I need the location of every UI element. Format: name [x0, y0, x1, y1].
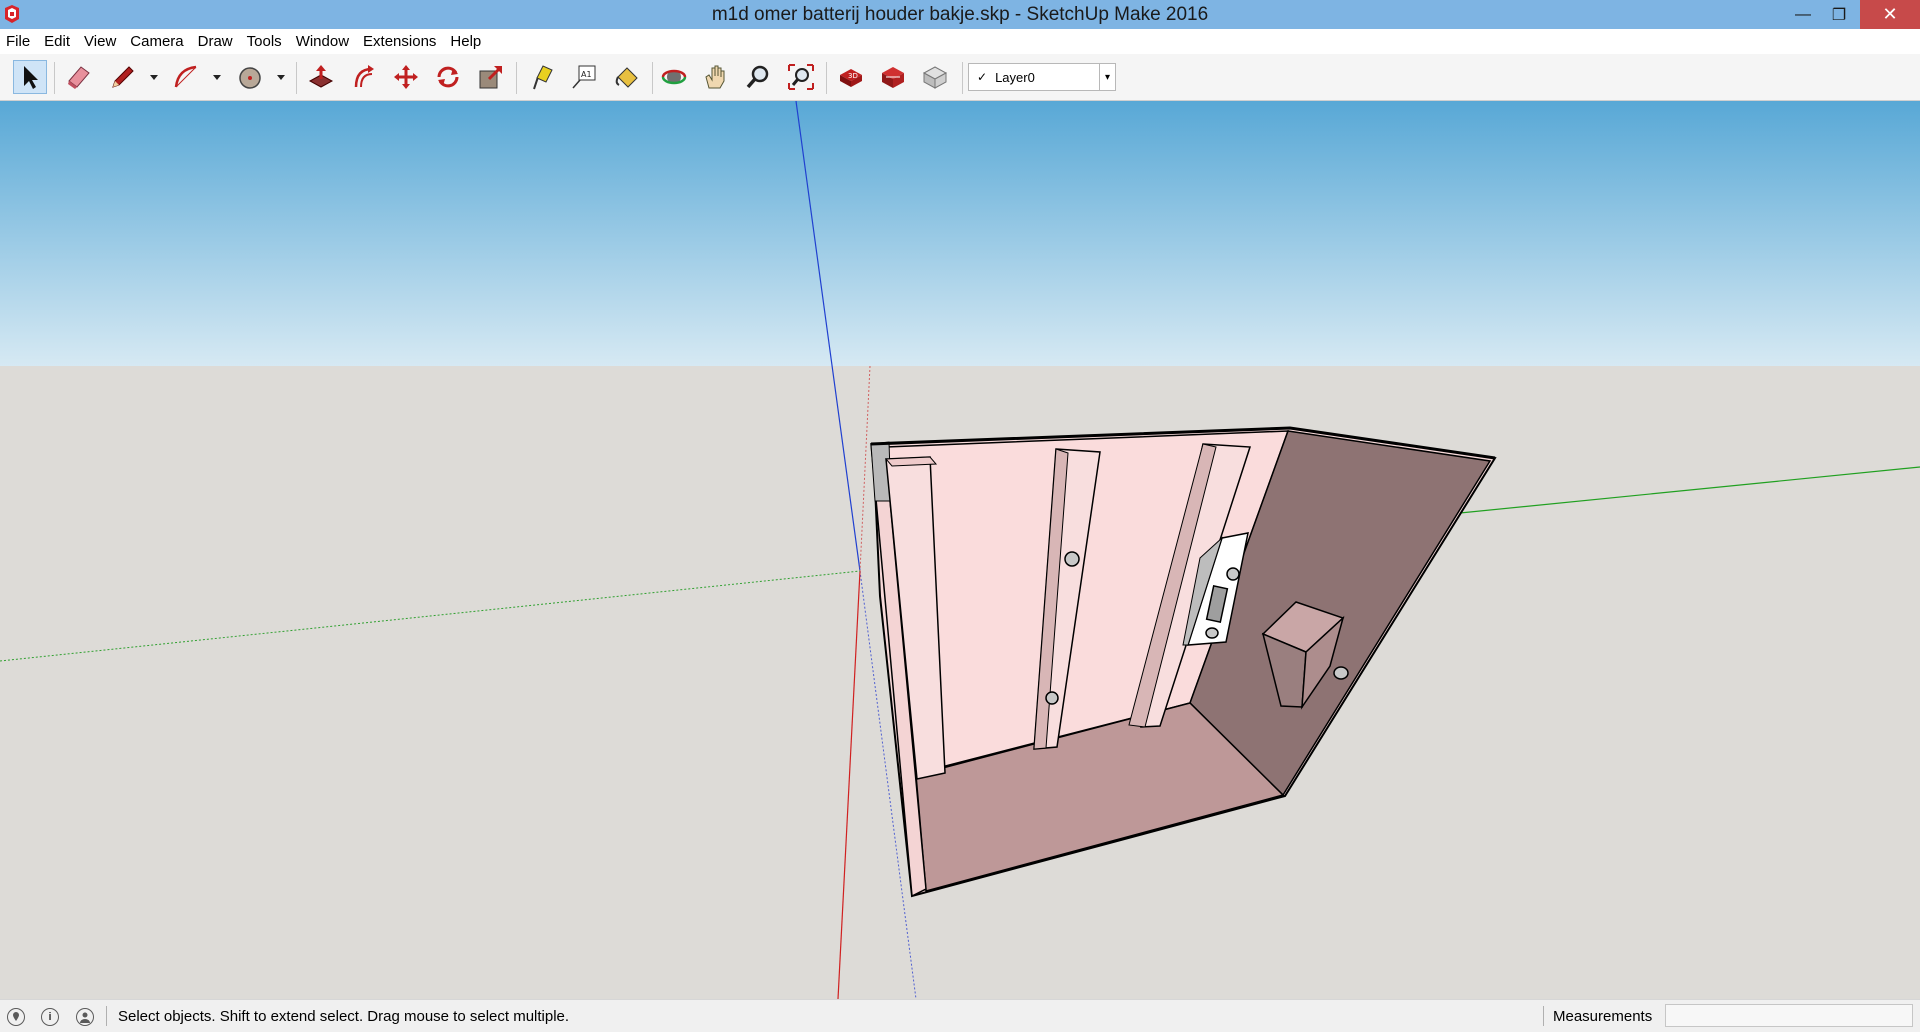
- layer-dropdown[interactable]: ✓ Layer0 ▾: [968, 63, 1116, 91]
- toolbar-separator: [54, 62, 55, 94]
- menu-tools[interactable]: Tools: [247, 33, 282, 50]
- menu-camera[interactable]: Camera: [130, 33, 183, 50]
- chevron-down-icon[interactable]: [149, 72, 159, 82]
- paint-bucket-icon: [615, 67, 638, 88]
- blue-axis-solid: [795, 101, 861, 572]
- move-icon: [394, 65, 418, 89]
- green-axis-dotted: [0, 570, 861, 662]
- green-axis-solid: [1459, 466, 1920, 514]
- menu-bar: File Edit View Camera Draw Tools Window …: [0, 29, 1920, 54]
- hand-icon: [705, 65, 725, 89]
- toolbar-separator: [296, 62, 297, 94]
- geo-pin-glyph: [13, 1012, 19, 1021]
- offset-tool-button[interactable]: [347, 60, 381, 94]
- extension-warehouse-icon: [882, 67, 904, 88]
- push-pull-icon: [308, 65, 334, 88]
- line-tool-button[interactable]: [106, 60, 140, 94]
- middle-rail-hole-bottom: [1045, 691, 1059, 705]
- red-axis-solid: [837, 570, 861, 999]
- toolbar-separator: [962, 62, 963, 94]
- menu-draw[interactable]: Draw: [198, 33, 233, 50]
- rotate-icon: [437, 66, 459, 88]
- menu-file[interactable]: File: [6, 33, 30, 50]
- title-bar: m1d omer batterij houder bakje.skp - Ske…: [0, 0, 1920, 29]
- circle-icon: [239, 67, 261, 89]
- magnifier-icon: [746, 65, 769, 89]
- toolbar-separator: [516, 62, 517, 94]
- zoom-extents-icon: [788, 64, 814, 90]
- mount-boss-hole: [1333, 666, 1349, 680]
- pan-tool-button[interactable]: [699, 60, 733, 94]
- status-bar: i Select objects. Shift to extend select…: [0, 999, 1920, 1032]
- share-model-button[interactable]: [918, 60, 952, 94]
- status-divider: [1543, 1006, 1544, 1026]
- measurements-input[interactable]: [1665, 1004, 1913, 1027]
- model-scene[interactable]: [0, 101, 1920, 999]
- user-icon[interactable]: [76, 1008, 94, 1026]
- chevron-down-icon[interactable]: [212, 72, 222, 82]
- toolbar: A1 3D ✓ Layer0 ▾: [0, 54, 1920, 101]
- toolbar-separator: [826, 62, 827, 94]
- connector-hole-bottom: [1205, 627, 1219, 639]
- drawing-viewport[interactable]: [0, 101, 1920, 999]
- connector-hole-top: [1226, 567, 1240, 581]
- status-message: Select objects. Shift to extend select. …: [118, 1008, 570, 1025]
- rotate-tool-button[interactable]: [431, 60, 465, 94]
- eraser-icon: [68, 66, 90, 89]
- chevron-down-icon[interactable]: ▾: [1099, 64, 1115, 90]
- zoom-extents-tool-button[interactable]: [784, 60, 818, 94]
- offset-icon: [354, 65, 374, 88]
- measurements-label: Measurements: [1553, 1008, 1653, 1025]
- menu-extensions[interactable]: Extensions: [363, 33, 436, 50]
- geo-location-icon[interactable]: [7, 1008, 25, 1026]
- window-title: m1d omer batterij houder bakje.skp - Ske…: [711, 4, 1209, 25]
- svg-text:3D: 3D: [848, 72, 858, 80]
- scale-icon: [479, 65, 503, 89]
- red-axis-dotted: [859, 365, 871, 572]
- svg-text:A1: A1: [581, 70, 592, 79]
- pencil-icon: [112, 66, 134, 88]
- chevron-down-icon[interactable]: [276, 72, 286, 82]
- tape-measure-tool-button[interactable]: [525, 60, 559, 94]
- orbit-tool-button[interactable]: [657, 60, 691, 94]
- toolbar-separator: [652, 62, 653, 94]
- menu-help[interactable]: Help: [450, 33, 481, 50]
- layer-name: Layer0: [995, 69, 1035, 85]
- check-icon: ✓: [977, 70, 988, 84]
- scale-tool-button[interactable]: [474, 60, 508, 94]
- shapes-tool-button[interactable]: [233, 60, 267, 94]
- close-button[interactable]: ✕: [1860, 0, 1920, 29]
- zoom-tool-button[interactable]: [741, 60, 775, 94]
- eraser-tool-button[interactable]: [62, 60, 96, 94]
- menu-window[interactable]: Window: [296, 33, 349, 50]
- move-tool-button[interactable]: [389, 60, 423, 94]
- maximize-button[interactable]: ❐: [1818, 0, 1860, 29]
- paint-bucket-tool-button[interactable]: [610, 60, 644, 94]
- warehouse-icon: 3D: [840, 69, 862, 87]
- share-model-icon: [922, 66, 948, 89]
- text-icon: A1: [572, 65, 596, 89]
- select-tool-button[interactable]: [13, 60, 47, 94]
- menu-view[interactable]: View: [84, 33, 116, 50]
- orbit-icon: [661, 69, 687, 85]
- menu-edit[interactable]: Edit: [44, 33, 70, 50]
- left-rail-top: [884, 456, 938, 467]
- info-icon[interactable]: i: [41, 1008, 59, 1026]
- tape-measure-icon: [533, 65, 553, 90]
- text-tool-button[interactable]: A1: [567, 60, 601, 94]
- extension-warehouse-button[interactable]: [876, 60, 910, 94]
- 3d-warehouse-button[interactable]: 3D: [834, 60, 868, 94]
- arc-icon: [174, 65, 197, 88]
- push-pull-tool-button[interactable]: [304, 60, 338, 94]
- user-glyph: [80, 1012, 90, 1023]
- status-divider: [106, 1006, 107, 1026]
- arrow-cursor-icon: [24, 66, 38, 89]
- middle-rail-hole-top: [1064, 551, 1080, 567]
- arc-tool-button[interactable]: [169, 60, 203, 94]
